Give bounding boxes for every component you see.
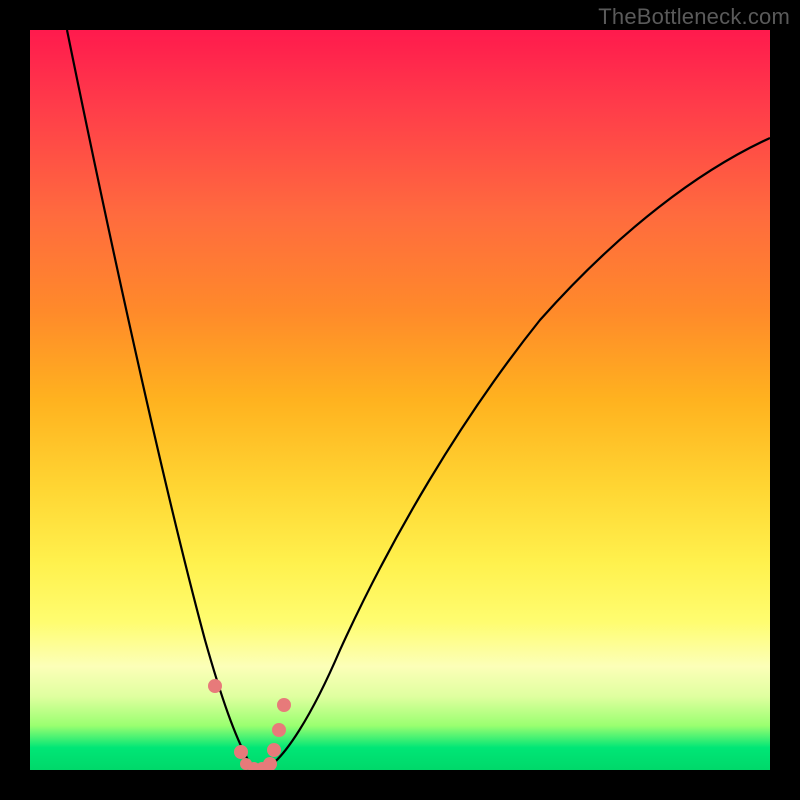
curve-path	[67, 30, 770, 768]
bottleneck-curve-layer	[30, 30, 770, 770]
plot-area	[30, 30, 770, 770]
chart-frame: TheBottleneck.com	[0, 0, 800, 800]
attribution-watermark: TheBottleneck.com	[598, 4, 790, 30]
